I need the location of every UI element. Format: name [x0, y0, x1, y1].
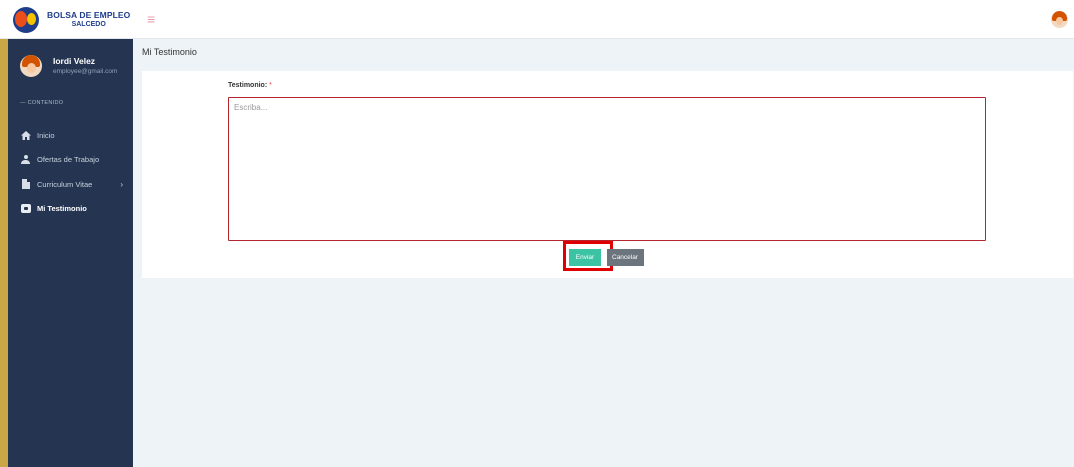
- sidebar-user[interactable]: Iordi Velez employee@gmail.com: [20, 55, 117, 77]
- brand-name: BOLSA DE EMPLEO SALCEDO: [47, 9, 131, 29]
- avatar: [20, 55, 42, 77]
- sidebar-item-label: Curriculum Vitae: [37, 179, 93, 189]
- chat-icon: [20, 203, 31, 214]
- brand-name-line2: SALCEDO: [71, 20, 106, 28]
- testimonial-label: Testimonio: *: [228, 82, 272, 89]
- brand-logo-icon: [13, 6, 39, 33]
- page-title: Mi Testimonio: [142, 47, 197, 57]
- required-mark: *: [269, 82, 272, 89]
- home-icon: [20, 130, 31, 141]
- cancel-button[interactable]: Cancelar: [607, 249, 644, 266]
- person-icon: [20, 154, 31, 165]
- user-email: employee@gmail.com: [53, 67, 118, 75]
- user-avatar-icon[interactable]: [1051, 11, 1068, 28]
- hamburger-icon[interactable]: ≡: [147, 11, 163, 27]
- sidebar: Iordi Velez employee@gmail.com — CONTENI…: [0, 39, 133, 467]
- user-name: Iordi Velez: [53, 55, 96, 66]
- submit-button[interactable]: Enviar: [569, 249, 601, 266]
- testimonial-label-text: Testimonio:: [228, 82, 268, 89]
- sidebar-item-ofertas[interactable]: Ofertas de Trabajo: [8, 148, 133, 173]
- sidebar-item-label: Inicio: [37, 130, 55, 140]
- brand-name-line1: BOLSA DE EMPLEO: [47, 9, 131, 20]
- sidebar-section-label: — CONTENIDO: [20, 100, 64, 106]
- sidebar-item-mi-testimonio[interactable]: Mi Testimonio: [8, 197, 133, 222]
- sidebar-item-label: Mi Testimonio: [37, 204, 87, 214]
- brand-logo[interactable]: BOLSA DE EMPLEO SALCEDO: [9, 0, 131, 39]
- sidebar-nav: Inicio Ofertas de Trabajo Curriculum Vit…: [8, 123, 133, 221]
- testimonial-form-card: Testimonio: * Enviar Cancelar: [142, 71, 1073, 278]
- top-bar: BOLSA DE EMPLEO SALCEDO ≡: [0, 0, 1074, 39]
- testimonial-textarea[interactable]: [228, 97, 986, 241]
- document-icon: [20, 179, 31, 190]
- sidebar-item-label: Ofertas de Trabajo: [37, 155, 100, 165]
- sidebar-item-inicio[interactable]: Inicio: [8, 123, 133, 148]
- sidebar-item-curriculum[interactable]: Curriculum Vitae ›: [8, 172, 133, 197]
- chevron-right-icon: ›: [120, 180, 123, 189]
